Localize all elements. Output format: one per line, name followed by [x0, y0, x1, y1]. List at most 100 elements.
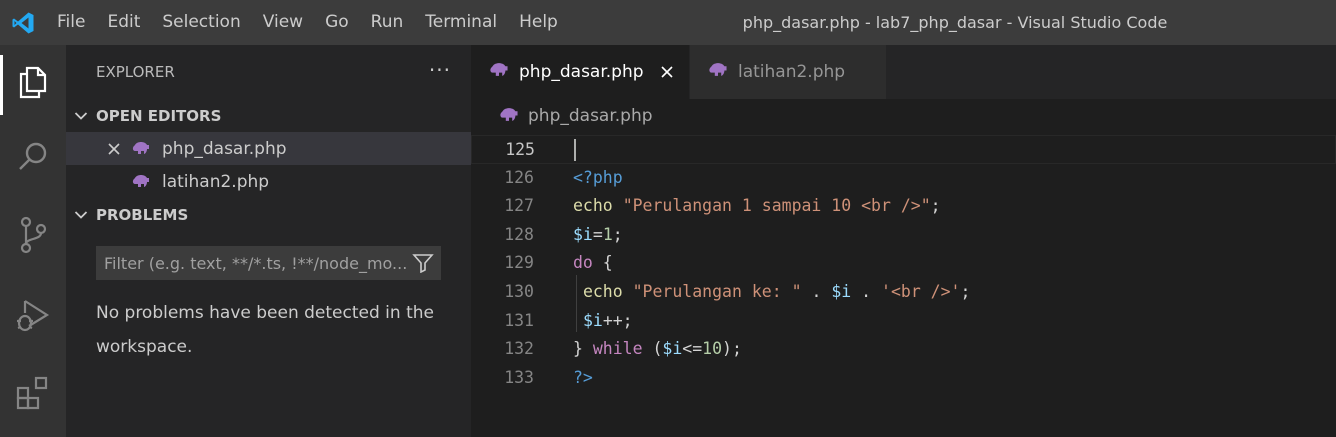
breadcrumb-file[interactable]: php_dasar.php — [528, 106, 653, 126]
line-text: ?> — [573, 364, 593, 393]
code-line[interactable]: 131 $i++; — [471, 307, 1336, 336]
code-line[interactable]: 125 — [471, 135, 1336, 164]
code-token: '<br />' — [881, 282, 961, 301]
editor-tab-bar: php_dasar.php latihan2.php — [471, 45, 1336, 99]
open-editor-item-latihan2[interactable]: latihan2.php — [66, 165, 471, 198]
line-number: 125 — [505, 140, 535, 159]
code-line[interactable]: 133 ?> — [471, 364, 1336, 393]
code-token: { — [592, 253, 613, 273]
line-number: 128 — [504, 224, 534, 244]
code-token: <= — [682, 339, 703, 359]
breadcrumb[interactable]: php_dasar.php — [471, 99, 1336, 132]
line-text: echo "Perulangan ke: " . $i . '<br />'; — [573, 278, 971, 307]
code-token: ; — [930, 196, 941, 216]
extensions-icon[interactable] — [0, 363, 66, 423]
code-token: while — [592, 339, 643, 359]
tab-label: php_dasar.php — [519, 62, 644, 82]
line-text: <?php — [573, 164, 623, 193]
tab-latihan2[interactable]: latihan2.php — [690, 45, 886, 99]
no-problems-message: No problems have been detected in the wo… — [96, 303, 434, 357]
code-token: ; — [612, 224, 623, 244]
problems-filter-input[interactable] — [96, 246, 406, 280]
vscode-logo-icon — [0, 0, 46, 45]
line-number: 130 — [504, 282, 534, 301]
menu-item-terminal[interactable]: Terminal — [414, 0, 508, 45]
code-line[interactable]: 132} while ($i<=10); — [471, 335, 1336, 364]
menu-bar: File Edit Selection View Go Run Terminal Help — [46, 0, 569, 45]
code-line[interactable]: 127 echo "Perulangan 1 sampai 10 <br />"; — [471, 192, 1336, 221]
line-text: } while ($i<=10); — [573, 335, 742, 364]
open-editor-label: php_dasar.php — [162, 138, 287, 159]
menu-item-run[interactable]: Run — [360, 0, 415, 45]
php-file-icon — [499, 107, 519, 128]
sidebar-title: EXPLORER — [96, 63, 175, 81]
text-cursor — [574, 139, 576, 161]
php-file-icon — [708, 62, 728, 83]
code-token: 1 — [602, 224, 613, 244]
code-token: $i — [831, 282, 852, 301]
code-token: ); — [722, 339, 742, 359]
php-file-icon — [132, 165, 154, 198]
menu-item-selection[interactable]: Selection — [151, 0, 251, 45]
line-number: 132 — [504, 339, 534, 359]
code-token: 10 — [702, 339, 723, 359]
code-line[interactable]: 129 do { — [471, 249, 1336, 278]
line-number: 126 — [504, 167, 534, 187]
open-editor-item-php-dasar[interactable]: php_dasar.php — [66, 132, 471, 165]
code-token: . — [851, 282, 882, 301]
code-token: $i — [662, 339, 683, 359]
run-debug-icon[interactable] — [0, 285, 66, 345]
code-token: ?> — [573, 367, 593, 387]
line-text: $i=1; — [573, 221, 623, 250]
code-token: do — [573, 253, 593, 273]
code-token: <?php — [573, 167, 623, 187]
code-token: $i — [582, 310, 603, 330]
php-file-icon — [132, 132, 154, 165]
line-text: do { — [573, 249, 613, 278]
explorer-icon[interactable] — [0, 51, 66, 115]
open-editor-label: latihan2.php — [162, 171, 270, 192]
chevron-down-icon — [66, 210, 96, 220]
code-token: = — [592, 224, 603, 244]
line-text: $i++; — [573, 307, 633, 336]
code-token: } — [573, 339, 593, 359]
tab-php-dasar[interactable]: php_dasar.php — [471, 45, 689, 99]
problems-title: PROBLEMS — [96, 205, 189, 224]
search-icon[interactable] — [0, 127, 66, 187]
menu-item-help[interactable]: Help — [508, 0, 569, 45]
menu-item-file[interactable]: File — [46, 0, 96, 45]
menu-item-edit[interactable]: Edit — [96, 0, 151, 45]
code-editor[interactable]: 125 126 <?php 127 echo "Perulangan 1 sampai … — [471, 132, 1336, 437]
line-number: 129 — [504, 253, 534, 273]
problems-filter — [96, 246, 441, 280]
problems-section-header[interactable]: PROBLEMS — [66, 198, 471, 231]
code-token: echo — [573, 196, 613, 216]
source-control-icon[interactable] — [0, 205, 66, 265]
close-icon[interactable] — [657, 62, 677, 82]
close-icon[interactable] — [104, 132, 124, 165]
code-token: $i — [573, 224, 593, 244]
code-token: ; — [960, 282, 971, 301]
code-token: ++; — [602, 310, 633, 330]
activity-bar — [0, 45, 66, 437]
code-line[interactable]: 130 echo "Perulangan ke: " . $i . '<br /… — [471, 278, 1336, 307]
code-token: echo — [582, 282, 623, 301]
code-token: "Perulangan 1 sampai 10 <br />" — [622, 196, 931, 216]
open-editors-title: OPEN EDITORS — [96, 106, 222, 125]
more-actions-icon[interactable]: ··· — [429, 45, 451, 99]
window-title: php_dasar.php - lab7_php_dasar - Visual … — [742, 13, 1168, 32]
tab-label: latihan2.php — [738, 62, 846, 82]
filter-icon[interactable] — [406, 246, 440, 280]
open-editors-section-header[interactable]: OPEN EDITORS — [66, 99, 471, 132]
code-token: ( — [642, 339, 663, 359]
code-line[interactable]: 126 <?php — [471, 164, 1336, 193]
menu-item-view[interactable]: View — [252, 0, 314, 45]
line-text: echo "Perulangan 1 sampai 10 <br />"; — [573, 192, 941, 221]
explorer-sidebar: EXPLORER ··· OPEN EDITORS php_dasar.php … — [66, 45, 471, 437]
menu-item-go[interactable]: Go — [314, 0, 360, 45]
code-line[interactable]: 128 $i=1; — [471, 221, 1336, 250]
